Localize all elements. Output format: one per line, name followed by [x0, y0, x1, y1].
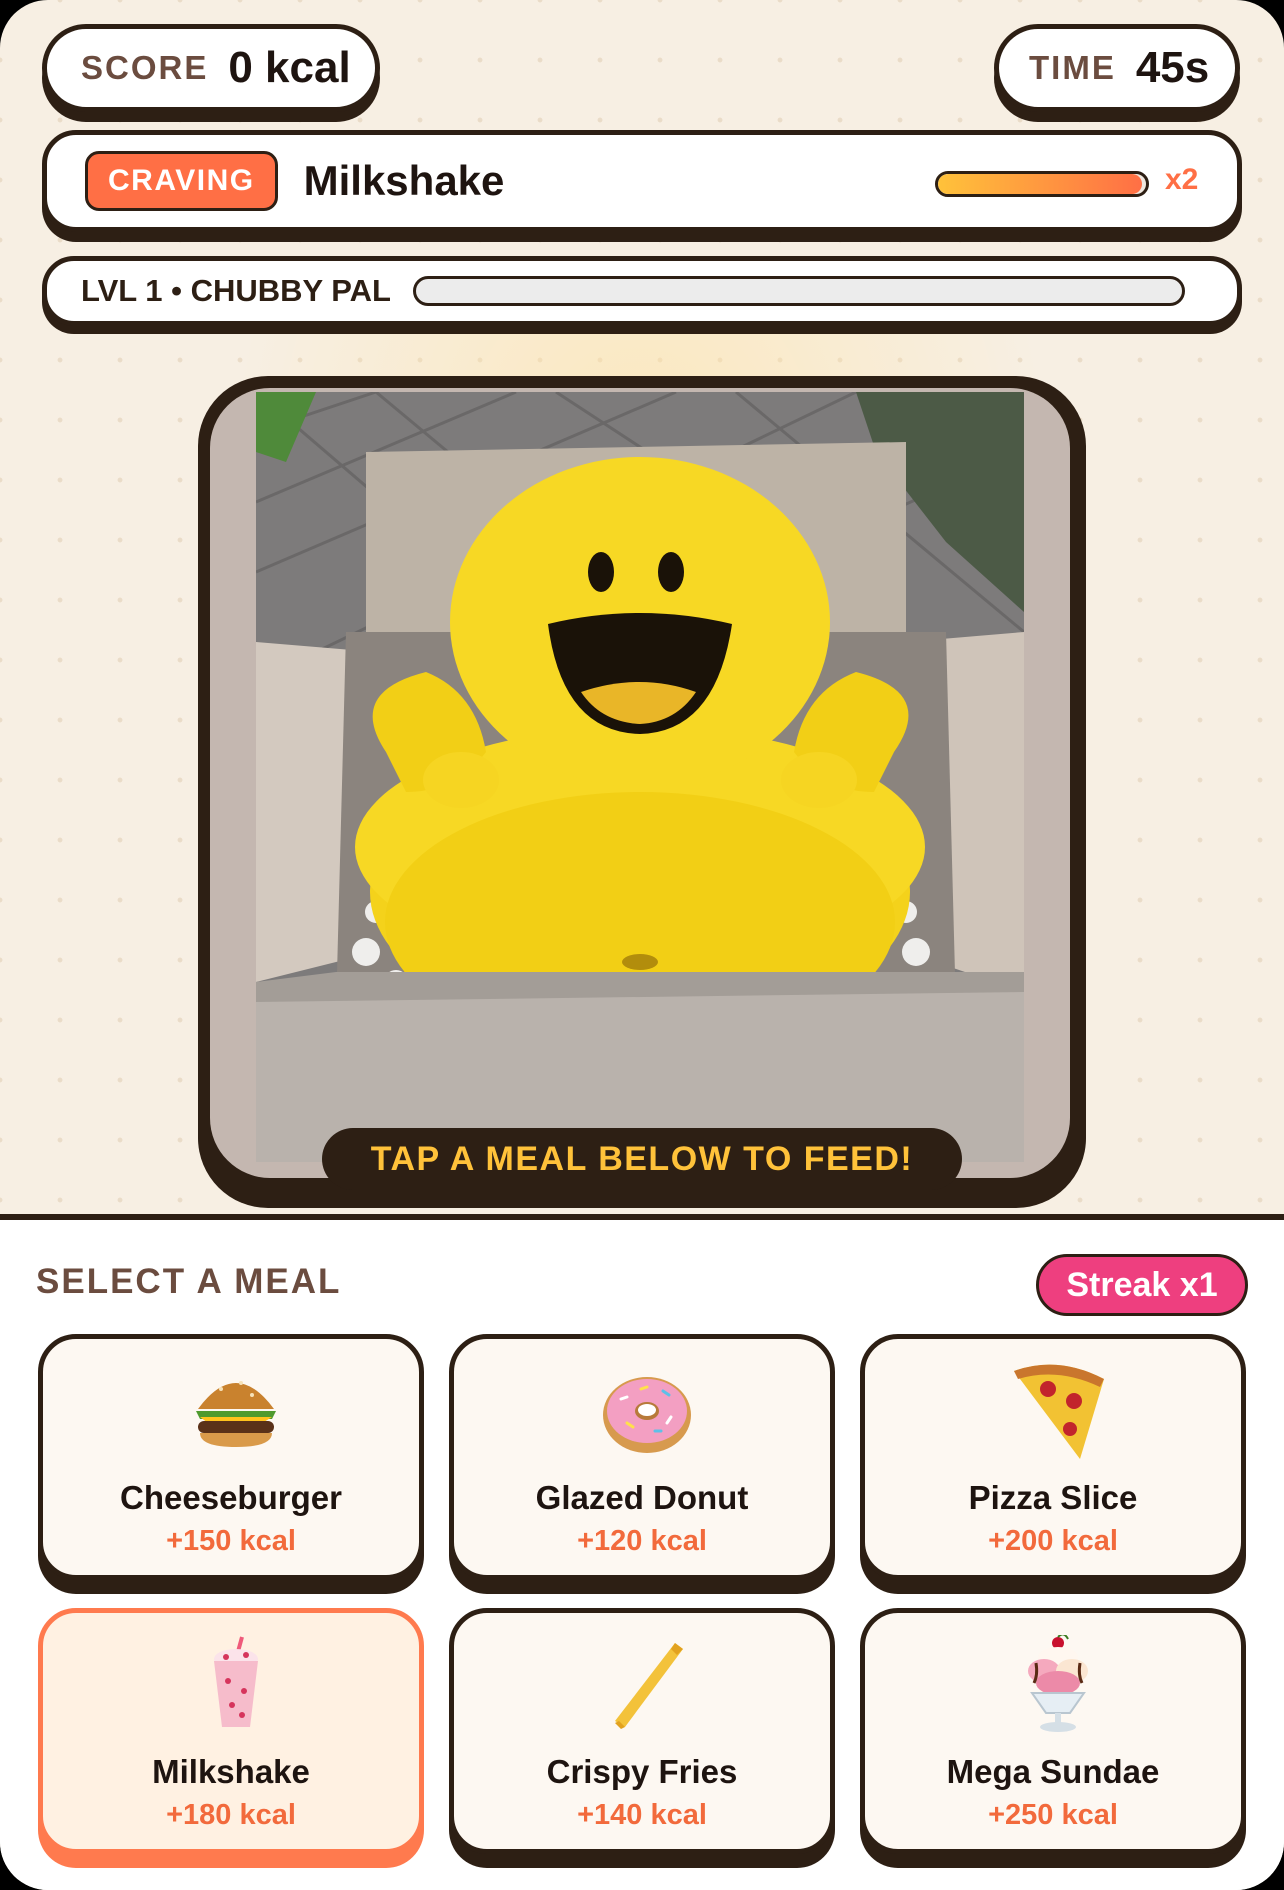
meal-tray-title: SELECT A MEAL [36, 1262, 342, 1301]
pet-frame [198, 376, 1086, 1208]
craving-meter [935, 171, 1149, 197]
craving-panel: CRAVING Milkshake x2 [42, 130, 1242, 232]
meal-card-mega-sundae[interactable]: Mega Sundae +250 kcal [860, 1608, 1246, 1854]
meal-card-pizza-slice[interactable]: Pizza Slice +200 kcal [860, 1334, 1246, 1580]
pizza-icon [1014, 1364, 1104, 1459]
time-value: 45s [1135, 43, 1210, 92]
fries-icon [615, 1643, 683, 1729]
meal-card-cheeseburger[interactable]: Cheeseburger +150 kcal [38, 1334, 424, 1580]
score-value: 0 kcal [228, 43, 351, 92]
level-panel: LVL 1 • CHUBBY PAL [42, 256, 1242, 326]
craving-multiplier: x2 [1165, 163, 1199, 196]
time-label: TIME [1029, 49, 1116, 86]
meal-kcal: +180 kcal [166, 1799, 296, 1831]
meal-card-crispy-fries[interactable]: Crispy Fries +140 kcal [449, 1608, 835, 1854]
craving-badge: CRAVING [85, 151, 278, 211]
meal-kcal: +150 kcal [166, 1525, 296, 1557]
meal-name: Crispy Fries [546, 1753, 738, 1790]
meal-kcal: +140 kcal [577, 1799, 707, 1831]
level-label: LVL 1 • CHUBBY PAL [81, 273, 391, 308]
time-display: TIME 45s [994, 24, 1240, 112]
chubby-pet-image[interactable] [256, 392, 1024, 1162]
donut-icon [603, 1377, 691, 1453]
craving-meter-fill [938, 174, 1142, 194]
cheeseburger-icon [196, 1381, 276, 1447]
meal-name: Milkshake [152, 1753, 310, 1790]
meal-name: Glazed Donut [535, 1479, 749, 1516]
meal-kcal: +250 kcal [988, 1799, 1118, 1831]
meal-tray: SELECT A MEAL Streak x1 Cheeseburger +15… [0, 1214, 1284, 1890]
meal-kcal: +120 kcal [577, 1525, 707, 1557]
score-label: SCORE [81, 49, 209, 86]
sundae-icon [1028, 1635, 1088, 1732]
score-display: SCORE 0 kcal [42, 24, 380, 112]
game-screen: SCORE 0 kcal TIME 45s CRAVING Milkshake … [0, 0, 1284, 1890]
level-progress-bar [413, 276, 1185, 306]
feed-prompt-banner: TAP A MEAL BELOW TO FEED! [322, 1128, 962, 1190]
meal-name: Pizza Slice [968, 1479, 1138, 1516]
meal-card-milkshake[interactable]: Milkshake +180 kcal [38, 1608, 424, 1854]
milkshake-icon [214, 1636, 258, 1727]
pet-viewport[interactable] [210, 388, 1070, 1178]
craving-item: Milkshake [303, 157, 505, 204]
streak-badge: Streak x1 [1036, 1254, 1248, 1316]
meal-card-glazed-donut[interactable]: Glazed Donut +120 kcal [449, 1334, 835, 1580]
meal-kcal: +200 kcal [988, 1525, 1118, 1557]
meal-name: Mega Sundae [946, 1753, 1160, 1790]
meal-name: Cheeseburger [120, 1479, 342, 1516]
